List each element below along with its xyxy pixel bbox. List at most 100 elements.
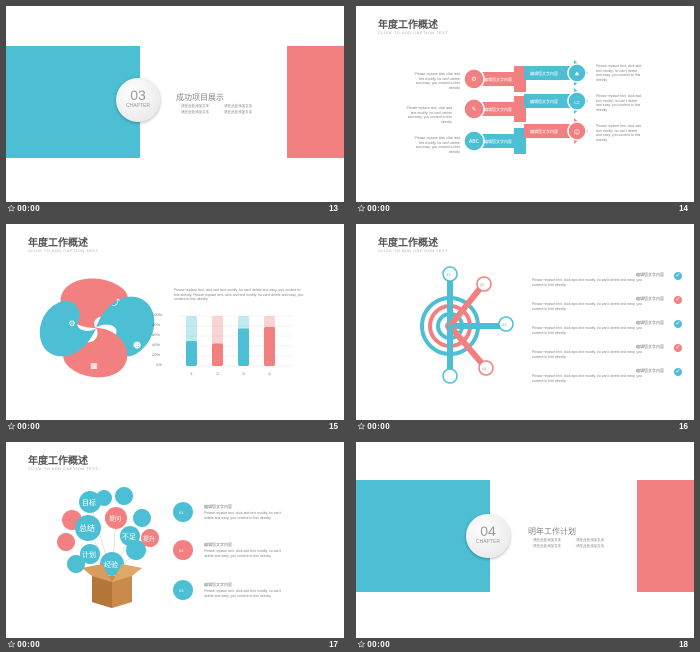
check-icon: ✓ xyxy=(674,272,682,280)
slide-number: 16 xyxy=(679,422,688,431)
bullet: · 请在此处添加文本 xyxy=(222,104,253,108)
slide-13: 03 CHAPTER 成功项目展示 · 请在此处添加文本 · 请在此处添加文本 … xyxy=(6,6,344,202)
balloon-label: 提问 xyxy=(109,517,122,523)
chapter-number: 04 xyxy=(480,523,496,539)
balloon-label: 不足 xyxy=(122,534,136,541)
bar xyxy=(238,328,249,366)
slide-thumb-18[interactable]: 04 CHAPTER 明年工作计划 · 请在此处添加文本 · 请在此处添加文本 … xyxy=(356,442,694,652)
body-text: Please replace text, click add text modi… xyxy=(596,64,642,82)
bar xyxy=(264,327,275,366)
chapter-number: 03 xyxy=(130,87,146,103)
y-tick: 100% xyxy=(152,312,163,317)
svg-text:⤴: ⤴ xyxy=(112,297,120,307)
svg-text:ABC: ABC xyxy=(469,139,480,145)
bar-chart: 1 2 3 4 xyxy=(180,315,292,376)
bullet: · 请在此处添加文本 xyxy=(179,110,210,114)
y-tick: 0% xyxy=(156,362,162,367)
node-label: 03 xyxy=(502,322,507,327)
arrow-label: 编辑您文字内容 xyxy=(530,99,558,104)
slide-17: 年度工作概述 CLICK TO ADD CAPTION TEXT 目标 提问 总… xyxy=(6,442,344,638)
bar xyxy=(212,343,223,366)
coral-block xyxy=(287,46,344,158)
x-tick: 3 xyxy=(242,371,245,376)
x-tick: 4 xyxy=(268,371,271,376)
y-tick: 20% xyxy=(152,352,161,357)
slide-footer: ✩ 00:00 17 xyxy=(6,638,344,652)
x-tick: 2 xyxy=(216,371,219,376)
arrow-label: 编辑您文字内容 xyxy=(530,129,558,134)
body-text: Please replace text, click add text modi… xyxy=(414,72,460,90)
svg-text:✎: ✎ xyxy=(471,106,476,113)
item-number: 01 xyxy=(179,510,184,515)
chapter-circle: 04 CHAPTER xyxy=(466,514,510,558)
chapter-circle: 03 CHAPTER xyxy=(116,78,160,122)
slide-timing: 00:00 xyxy=(17,422,41,431)
bullet: · 请在此处添加文本 xyxy=(531,544,562,548)
slide-16: 年度工作概述 CLICK TO ADD CAPTION TEXT 01 02 0… xyxy=(356,224,694,420)
arrow-label: 编辑您文字内容 xyxy=(484,139,512,144)
section-title: 明年工作计划 xyxy=(528,527,576,536)
body-text: Please replace text, click add text modi… xyxy=(204,511,282,520)
balloon-label: 总结 xyxy=(79,524,95,533)
slide-thumb-15[interactable]: 年度工作概述 CLICK TO ADD CAPTION TEXT ⤴ ⚙ ☻ ▦… xyxy=(6,224,344,434)
balloon-label: 提升 xyxy=(143,537,156,543)
animation-icon: ✩ xyxy=(8,422,16,431)
list-item: 编辑您文字内容 Please replace text, click add t… xyxy=(532,296,682,311)
item-number: 03 xyxy=(179,588,184,593)
body-text: Please replace text, click add text modi… xyxy=(204,549,282,558)
body-text: Please replace text, click add text modi… xyxy=(204,589,282,598)
bullet: · 请在此处添加文本 xyxy=(531,538,562,542)
slide-timing: 00:00 xyxy=(17,204,41,213)
list-item: 编辑您文字内容 Please replace text, click add t… xyxy=(532,272,682,287)
item-label: 编辑您文字内容 xyxy=(204,542,232,547)
balloon-label: 目标 xyxy=(82,500,96,507)
svg-text:☻: ☻ xyxy=(133,341,141,350)
slide-footer: ✩ 00:00 16 xyxy=(356,420,694,434)
slide-footer: ✩ 00:00 14 xyxy=(356,202,694,216)
balloon-graphic xyxy=(57,487,193,608)
check-icon: ✓ xyxy=(674,320,682,328)
check-icon: ✓ xyxy=(674,368,682,376)
body-text: Please replace text, click add text modi… xyxy=(414,136,460,154)
node-label: 01 xyxy=(446,272,451,277)
x-tick: 1 xyxy=(190,371,193,376)
bullet: · 请在此处添加文本 xyxy=(574,544,605,548)
list-item: 编辑您文字内容 Please replace text, click add t… xyxy=(532,368,682,383)
y-tick: 60% xyxy=(152,332,161,337)
animation-icon: ✩ xyxy=(8,204,16,213)
node-label: 04 xyxy=(482,366,487,371)
chapter-word: CHAPTER xyxy=(126,103,150,109)
list-item: 编辑您文字内容 Please replace text, click add t… xyxy=(532,320,682,335)
y-tick: 80% xyxy=(152,322,161,327)
check-icon: ✓ xyxy=(674,296,682,304)
slide-timing: 00:00 xyxy=(367,422,391,431)
svg-text:▦: ▦ xyxy=(90,361,98,370)
svg-text:▭: ▭ xyxy=(574,99,580,106)
balloon-label: 经验 xyxy=(104,562,118,569)
arrow-label: 编辑您文字内容 xyxy=(484,107,512,112)
chapter-word: CHAPTER xyxy=(476,539,500,545)
body-text: Please replace text, click add text modi… xyxy=(596,94,642,112)
bullet: · 请在此处添加文本 xyxy=(574,538,605,542)
body-text: Please replace text, click add text modi… xyxy=(406,106,452,124)
slide-footer: ✩ 00:00 15 xyxy=(6,420,344,434)
slide-thumb-14[interactable]: 年度工作概述 CLICK TO ADD CAPTION TEXT ⚙ ✎ ABC… xyxy=(356,6,694,216)
section-title: 成功项目展示 xyxy=(176,93,224,102)
animation-icon: ✩ xyxy=(358,422,366,431)
slide-thumb-17[interactable]: 年度工作概述 CLICK TO ADD CAPTION TEXT 目标 提问 总… xyxy=(6,442,344,652)
item-number: 02 xyxy=(179,548,184,553)
y-tick: 40% xyxy=(152,342,161,347)
svg-text:⚙: ⚙ xyxy=(68,319,75,328)
body-text: Please replace text, click add text modi… xyxy=(174,288,304,301)
bullet: · 请在此处添加文本 xyxy=(179,104,210,108)
item-label: 编辑您文字内容 xyxy=(204,582,232,587)
balloon-label: 计划 xyxy=(82,552,96,559)
slide-timing: 00:00 xyxy=(367,204,391,213)
slide-number: 13 xyxy=(329,204,338,213)
bar xyxy=(186,341,197,366)
arrow-infographic: ⚙ ✎ ABC ♠ ▭ ☺ xyxy=(463,60,588,154)
slide-thumb-13[interactable]: 03 CHAPTER 成功项目展示 · 请在此处添加文本 · 请在此处添加文本 … xyxy=(6,6,344,216)
svg-text:♠: ♠ xyxy=(574,71,579,78)
slide-thumb-16[interactable]: 年度工作概述 CLICK TO ADD CAPTION TEXT 01 02 0… xyxy=(356,224,694,434)
svg-text:☺: ☺ xyxy=(574,129,580,136)
